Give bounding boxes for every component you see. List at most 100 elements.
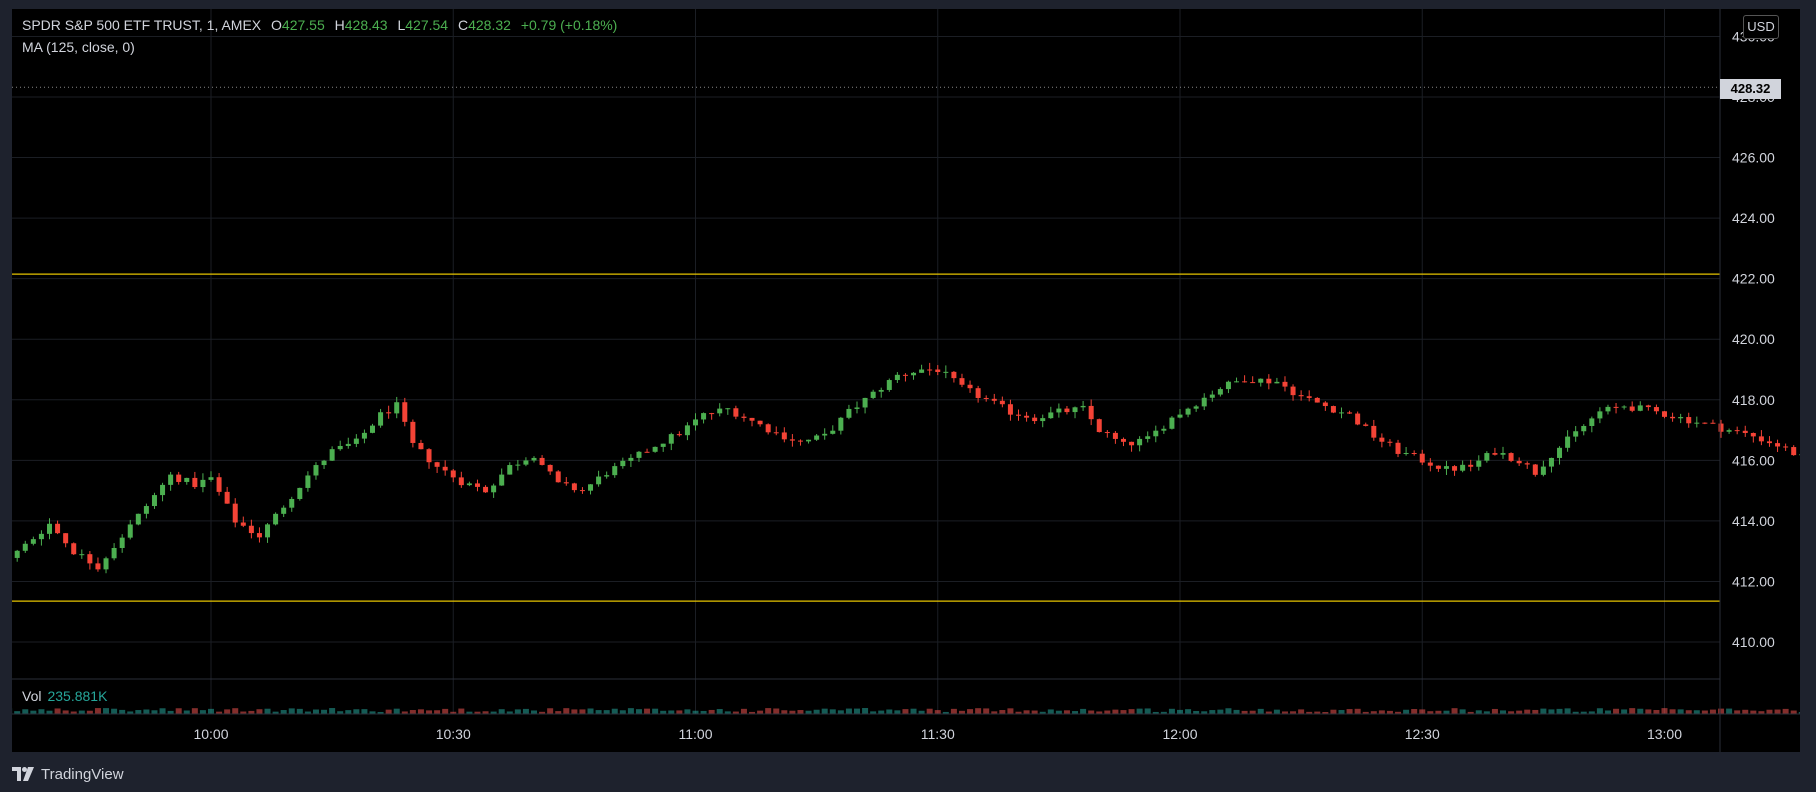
candle-body	[870, 391, 876, 398]
volume-bar	[62, 710, 69, 714]
currency-button[interactable]: USD	[1743, 15, 1779, 39]
volume-bar	[1782, 708, 1789, 714]
volume-bar	[1217, 709, 1224, 714]
candle-body	[1540, 466, 1546, 475]
candle-body	[426, 449, 432, 463]
candle-body	[1750, 432, 1756, 437]
volume-bar	[1411, 709, 1418, 714]
candle-body	[386, 412, 392, 414]
volume-bar	[1766, 709, 1773, 714]
volume-bar	[1104, 710, 1111, 714]
candle-body	[773, 432, 779, 434]
chart-svg[interactable]: 410.00 412.00 414.00 416.00 418.00 420.00 422.…	[12, 9, 1800, 752]
candle-body	[1217, 389, 1223, 395]
candle-body	[1758, 436, 1764, 442]
volume-bar	[1031, 710, 1038, 714]
volume-bar	[1233, 709, 1240, 714]
volume-bar	[1451, 708, 1458, 714]
volume-bar	[1693, 710, 1700, 714]
candle-body	[434, 462, 440, 467]
symbol-title[interactable]: SPDR S&P 500 ETF TRUST, 1, AMEX	[22, 17, 261, 33]
candle-body	[1524, 463, 1530, 465]
candle-body	[1258, 378, 1264, 383]
volume-bar	[708, 709, 715, 714]
drawings[interactable]	[12, 273, 1800, 602]
volume-bar	[611, 708, 618, 714]
candle-body	[789, 439, 795, 441]
candle-body	[1314, 397, 1320, 403]
candle-body	[1613, 406, 1619, 408]
candle-body	[612, 466, 618, 476]
tradingview-brand[interactable]: TradingView	[12, 762, 124, 786]
candle-body	[103, 558, 109, 570]
indicator-title[interactable]: MA (125, close, 0)	[22, 39, 135, 55]
volume-bar	[1185, 709, 1192, 714]
volume-bar	[531, 710, 537, 714]
volume-bar	[740, 708, 747, 714]
volume-bar	[1047, 709, 1054, 714]
volume-bar	[1128, 709, 1135, 714]
volume-bar	[1742, 709, 1749, 714]
volume-bar	[862, 708, 869, 714]
volume-label: Vol	[22, 688, 42, 704]
candle-body	[1710, 422, 1716, 424]
volume-bar	[910, 708, 917, 714]
volume-bar	[902, 709, 909, 714]
volume-bar	[1677, 709, 1684, 714]
candle-body	[1734, 430, 1740, 432]
volume-bar	[1645, 709, 1652, 714]
volume-bar	[1023, 710, 1030, 714]
candle-body	[523, 460, 529, 465]
volume-bar	[1136, 708, 1143, 714]
y-tick-label: 420.00	[1732, 331, 1775, 347]
candle-body	[1298, 395, 1304, 397]
volume-bar	[151, 710, 158, 714]
candle-body	[1024, 415, 1030, 418]
volume-bar	[361, 709, 368, 714]
volume-bar	[1556, 708, 1563, 714]
candle-body	[1395, 442, 1401, 454]
volume-bar	[1144, 708, 1151, 714]
candle-body	[1766, 441, 1772, 444]
volume-legend[interactable]: Vol 235.881K	[22, 688, 107, 704]
candle-body	[337, 445, 343, 450]
candle-body	[507, 465, 513, 475]
candle-body	[1742, 430, 1748, 433]
candle-body	[1096, 419, 1102, 433]
brand-label: TradingView	[41, 765, 124, 783]
candle-body	[596, 476, 602, 485]
volume-bar	[1750, 710, 1757, 714]
volume-bar	[426, 710, 433, 714]
high-label: H	[334, 17, 345, 33]
y-tick-label: 426.00	[1732, 150, 1775, 166]
volume-bar	[1403, 709, 1410, 714]
volume-bar	[442, 708, 449, 714]
candle-body	[1016, 414, 1021, 416]
volume-bar	[878, 710, 885, 714]
volume-bar	[773, 708, 780, 714]
candle-body	[1363, 424, 1369, 426]
volume-bar	[1346, 709, 1353, 714]
candle-body	[846, 408, 852, 418]
volume-bar	[1500, 710, 1506, 714]
close-value: 428.32	[468, 17, 511, 33]
volume-bar	[1790, 710, 1797, 714]
candle-body	[378, 412, 384, 426]
candle-body	[1645, 405, 1651, 408]
candle-body	[305, 475, 311, 488]
volume-bar	[321, 709, 328, 714]
volume-bar	[175, 708, 182, 714]
volume-bar	[1709, 709, 1716, 714]
chart-frame[interactable]: 410.00 412.00 414.00 416.00 418.00 420.00 422.…	[12, 9, 1800, 752]
candle-body	[313, 465, 319, 476]
candle-body	[1484, 453, 1490, 461]
candle-body	[1775, 443, 1781, 447]
candle-body	[127, 524, 133, 538]
indicator-legend[interactable]: MA (125, close, 0)	[22, 39, 141, 55]
candle-body	[273, 513, 279, 525]
candle-body	[1791, 447, 1797, 456]
volume-bar	[1637, 708, 1644, 714]
candle-body	[539, 457, 545, 465]
symbol-legend[interactable]: SPDR S&P 500 ETF TRUST, 1, AMEX O427.55 …	[22, 17, 623, 33]
volume-bar	[765, 708, 772, 714]
